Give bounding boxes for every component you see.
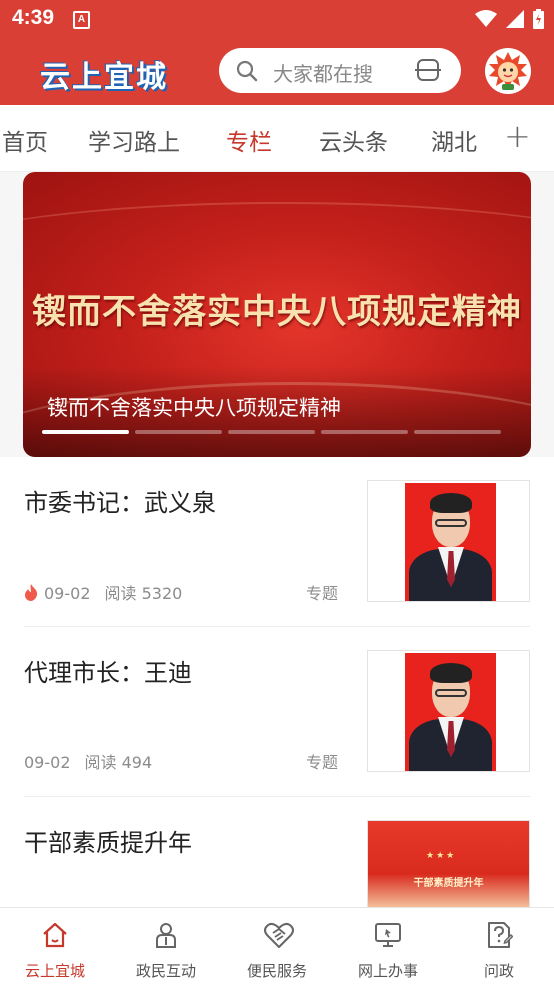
news-thumbnail [367, 480, 530, 602]
wifi-icon [474, 9, 497, 27]
thumbnail-text: 干部素质提升年 [413, 878, 484, 889]
signal-icon [505, 9, 524, 28]
tab-column[interactable]: 专栏 [226, 123, 272, 157]
nav-label: 便民服务 [246, 962, 307, 980]
carousel-dot[interactable] [228, 430, 315, 434]
mascot-avatar-icon [486, 49, 530, 93]
nav-services[interactable]: 便民服务 [222, 908, 332, 985]
nav-label: 云上宜城 [24, 962, 85, 980]
news-title: 干部素质提升年 [24, 829, 192, 857]
stars-decoration: ★★★ [426, 851, 457, 861]
banner-image-text: 锲而不舍落实中央八项规定精神 [32, 292, 522, 332]
heart-handshake-icon [264, 922, 294, 948]
news-reads: 阅读 494 [84, 753, 153, 772]
nav-interaction[interactable]: 政民互动 [111, 908, 221, 985]
user-avatar[interactable] [485, 48, 531, 94]
banner-area: 锲而不舍落实中央八项规定精神 锲而不舍落实中央八项规定精神 [0, 172, 554, 457]
tab-hubei[interactable]: 湖北 [431, 123, 477, 157]
home-icon [43, 922, 67, 948]
scan-icon[interactable] [415, 59, 441, 81]
monitor-icon [375, 923, 401, 947]
news-thumbnail: ★★★ 干部素质提升年 [367, 820, 530, 907]
portrait-photo [405, 483, 496, 601]
news-meta: 09-02 阅读 5320 [24, 580, 182, 604]
status-time: 4:39 [12, 6, 55, 29]
battery-icon [533, 8, 544, 29]
carousel-dot[interactable] [135, 430, 222, 434]
news-tag: 专题 [306, 753, 339, 772]
news-item[interactable]: 市委书记：武义泉 09-02 阅读 5320 专题 [0, 457, 554, 627]
nav-online-affairs[interactable]: 网上办事 [333, 908, 443, 985]
news-reads: 阅读 5320 [104, 584, 183, 603]
tab-home[interactable]: 首页 [2, 123, 48, 157]
news-date: 09-02 [24, 753, 71, 772]
bottom-navigation: 云上宜城 政民互动 便民服务 网上办事 问政 [0, 907, 554, 985]
add-channel-icon[interactable]: + [504, 117, 531, 155]
search-placeholder: 大家都在搜 [273, 62, 373, 86]
app-header: 4:39 A 云上宜城 大家都在搜 [0, 0, 554, 105]
nav-label: 问政 [483, 962, 514, 980]
tab-study-road[interactable]: 学习路上 [88, 123, 180, 157]
search-bar[interactable]: 大家都在搜 [219, 48, 461, 93]
hot-icon [25, 584, 38, 601]
status-bar: 4:39 A [0, 0, 554, 36]
person-icon [156, 923, 176, 948]
news-meta: 09-02 阅读 494 [24, 749, 152, 773]
nav-cloud-yicheng[interactable]: 云上宜城 [0, 908, 110, 985]
question-doc-icon [488, 922, 513, 948]
banner-caption: 锲而不舍落实中央八项规定精神 [47, 396, 341, 420]
carousel-dot[interactable] [414, 430, 501, 434]
portrait-photo [405, 653, 496, 771]
carousel-dot[interactable] [321, 430, 408, 434]
news-title: 代理市长：王迪 [24, 659, 192, 687]
nav-label: 政民互动 [135, 962, 196, 980]
channel-tabs: 首页 学习路上 专栏 云头条 湖北 + [0, 105, 554, 172]
nav-ask-government[interactable]: 问政 [444, 908, 554, 985]
app-logo[interactable]: 云上宜城 [40, 52, 168, 96]
search-icon [236, 60, 258, 82]
news-date: 09-02 [44, 584, 91, 603]
news-thumbnail [367, 650, 530, 772]
news-tag: 专题 [306, 584, 339, 603]
thumbnail-banner: ★★★ 干部素质提升年 [368, 821, 529, 907]
nav-label: 网上办事 [357, 962, 418, 980]
news-title: 市委书记：武义泉 [24, 489, 216, 517]
tab-cloud-headlines[interactable]: 云头条 [319, 123, 388, 157]
notification-icon: A [73, 11, 90, 29]
news-item[interactable]: 干部素质提升年 ★★★ 干部素质提升年 [0, 797, 554, 907]
news-item[interactable]: 代理市长：王迪 09-02 阅读 494 专题 [0, 627, 554, 797]
carousel-dot[interactable] [42, 430, 129, 434]
banner-carousel[interactable]: 锲而不舍落实中央八项规定精神 锲而不舍落实中央八项规定精神 [23, 172, 531, 457]
system-icons [471, 8, 544, 30]
